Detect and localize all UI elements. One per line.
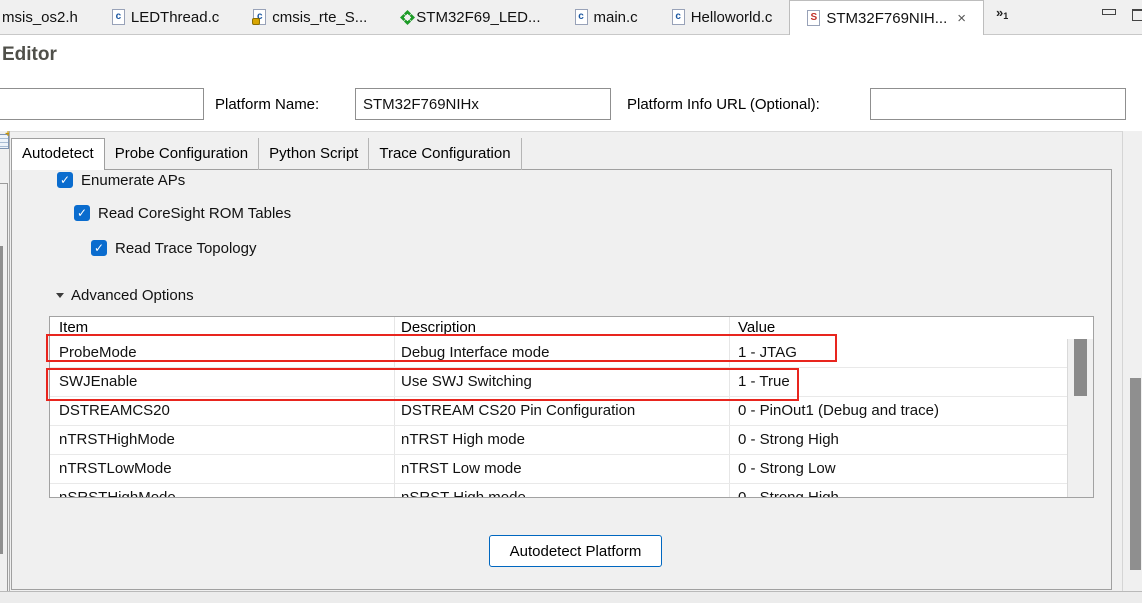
table-scrollbar-track[interactable] xyxy=(1067,339,1093,497)
platform-info-url-label: Platform Info URL (Optional): xyxy=(627,88,820,120)
bottom-status-strip xyxy=(0,591,1142,603)
left-scrollbar-track[interactable] xyxy=(0,183,8,591)
value-cell: 1 - True xyxy=(738,368,790,396)
value-cell: 0 - PinOut1 (Debug and trace) xyxy=(738,397,939,425)
checkbox-checked-icon[interactable] xyxy=(74,205,90,221)
platform-info-url-input[interactable] xyxy=(870,88,1126,120)
launch-config-icon xyxy=(404,13,411,20)
tab-ledthread-c[interactable]: LEDThread.c xyxy=(95,0,236,34)
platform-name-label: Platform Name: xyxy=(215,88,319,120)
tab-label: LEDThread.c xyxy=(131,9,219,26)
column-header-value[interactable]: Value xyxy=(738,317,775,339)
item-cell: DSTREAMCS20 xyxy=(59,397,170,425)
table-row-dstreamcs20[interactable]: DSTREAMCS20 DSTREAM CS20 Pin Configurati… xyxy=(50,397,1093,426)
checkbox-row-enumerate-aps: Enumerate APs xyxy=(57,171,185,189)
page-title: Editor xyxy=(2,44,57,66)
editor-scrollbar-track[interactable] xyxy=(1122,131,1142,591)
checkbox-row-read-coresight-rom: Read CoreSight ROM Tables xyxy=(74,204,291,222)
description-cell: Use SWJ Switching xyxy=(401,368,532,396)
left-cropped-panel xyxy=(0,131,10,591)
file-key-icon xyxy=(253,9,266,25)
view-icon-partial xyxy=(0,134,9,149)
column-header-description[interactable]: Description xyxy=(401,317,476,339)
table-header-row: Item Description Value xyxy=(50,317,1093,339)
table-row-probemode[interactable]: ProbeMode Debug Interface mode 1 - JTAG xyxy=(50,339,1093,368)
tab-main-c[interactable]: main.c xyxy=(558,0,655,34)
section-label: Advanced Options xyxy=(71,287,194,304)
tab-label: STM32F769NIH... xyxy=(826,10,947,27)
table-row-swjenable[interactable]: SWJEnable Use SWJ Switching 1 - True xyxy=(50,368,1093,397)
tab-overflow-indicator[interactable]: » 1 xyxy=(984,0,1016,34)
view-controls xyxy=(1102,0,1142,34)
chevron-double-icon: » xyxy=(996,5,1003,20)
tab-probe-configuration[interactable]: Probe Configuration xyxy=(105,138,259,170)
minimize-icon[interactable] xyxy=(1102,9,1116,15)
sdf-file-icon xyxy=(807,10,820,26)
description-cell: nTRST High mode xyxy=(401,426,525,454)
maximize-icon[interactable] xyxy=(1132,9,1142,21)
checkbox-checked-icon[interactable] xyxy=(91,240,107,256)
description-cell: nTRST Low mode xyxy=(401,455,522,483)
value-cell: 0 - Strong Low xyxy=(738,455,836,483)
description-cell: nSRST High mode xyxy=(401,484,526,498)
tab-label: STM32F69_LED... xyxy=(416,9,540,26)
table-scrollbar-thumb[interactable] xyxy=(1074,339,1087,396)
tab-helloworld-c[interactable]: Helloworld.c xyxy=(655,0,790,34)
checkbox-row-read-trace-topology: Read Trace Topology xyxy=(91,239,256,257)
advanced-options-table: Item Description Value ProbeMode Debug I… xyxy=(49,316,1094,498)
left-scrollbar-thumb[interactable] xyxy=(0,246,3,554)
description-cell: DSTREAM CS20 Pin Configuration xyxy=(401,397,635,425)
c-file-icon xyxy=(112,9,125,25)
value-cell: 0 - Strong High xyxy=(738,484,839,498)
tab-label: msis_os2.h xyxy=(2,9,78,26)
config-tab-bar: Autodetect Probe Configuration Python Sc… xyxy=(11,138,522,170)
tab-stm32f69-led[interactable]: STM32F69_LED... xyxy=(384,0,557,34)
platform-editor-window: msis_os2.h LEDThread.c cmsis_rte_S... ST… xyxy=(0,0,1142,603)
tab-python-script[interactable]: Python Script xyxy=(259,138,369,170)
item-cell: nTRSTHighMode xyxy=(59,426,175,454)
item-cell: ProbeMode xyxy=(59,339,137,367)
close-tab-icon[interactable]: × xyxy=(957,10,966,27)
value-cell: 1 - JTAG xyxy=(738,339,797,367)
checkbox-label: Read Trace Topology xyxy=(115,240,256,257)
editor-tab-bar: msis_os2.h LEDThread.c cmsis_rte_S... ST… xyxy=(0,0,1142,35)
value-cell: 0 - Strong High xyxy=(738,426,839,454)
c-file-icon xyxy=(575,9,588,25)
editor-scrollbar-thumb[interactable] xyxy=(1130,378,1141,570)
checkbox-label: Enumerate APs xyxy=(81,172,185,189)
autodetect-platform-button[interactable]: Autodetect Platform xyxy=(489,535,662,567)
description-cell: Debug Interface mode xyxy=(401,339,549,367)
tab-cmsis-rte[interactable]: cmsis_rte_S... xyxy=(236,0,384,34)
item-cell: nSRSTHighMode xyxy=(59,484,176,498)
column-header-item[interactable]: Item xyxy=(59,317,88,339)
tab-label: Helloworld.c xyxy=(691,9,773,26)
left-cropped-field[interactable] xyxy=(0,88,204,120)
tab-msis-os2-h[interactable]: msis_os2.h xyxy=(0,0,95,34)
item-cell: nTRSTLowMode xyxy=(59,455,172,483)
platform-name-input[interactable] xyxy=(355,88,611,120)
tab-trace-configuration[interactable]: Trace Configuration xyxy=(369,138,521,170)
checkbox-checked-icon[interactable] xyxy=(57,172,73,188)
collapse-triangle-icon xyxy=(56,293,64,298)
tab-autodetect[interactable]: Autodetect xyxy=(11,138,105,170)
table-row-nsrsthighmode-clipped[interactable]: nSRSTHighMode nSRST High mode 0 - Strong… xyxy=(50,484,1093,498)
item-cell: SWJEnable xyxy=(59,368,137,396)
table-row-ntrstlowmode[interactable]: nTRSTLowMode nTRST Low mode 0 - Strong L… xyxy=(50,455,1093,484)
autodetect-tab-content: Enumerate APs Read CoreSight ROM Tables … xyxy=(11,169,1112,590)
tab-stm32f769nih-active[interactable]: STM32F769NIH... × xyxy=(789,0,984,35)
c-file-icon xyxy=(672,9,685,25)
checkbox-label: Read CoreSight ROM Tables xyxy=(98,205,291,222)
table-row-ntrsthighmode[interactable]: nTRSTHighMode nTRST High mode 0 - Strong… xyxy=(50,426,1093,455)
hidden-tab-count: 1 xyxy=(1003,11,1008,21)
tab-label: cmsis_rte_S... xyxy=(272,9,367,26)
advanced-options-section-toggle[interactable]: Advanced Options xyxy=(56,286,194,304)
tab-label: main.c xyxy=(594,9,638,26)
